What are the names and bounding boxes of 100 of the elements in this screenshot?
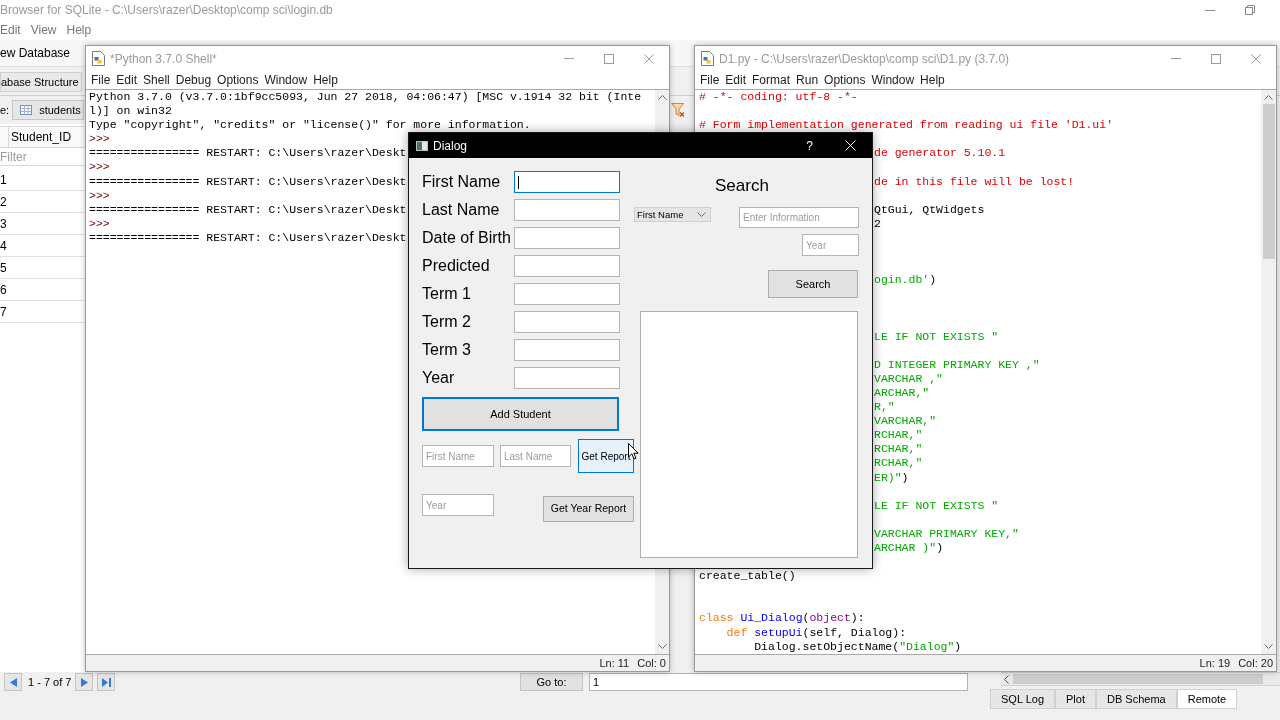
console-line: >>> — [89, 132, 110, 146]
text-field[interactable] — [514, 283, 620, 305]
code-line: ER)") — [874, 470, 909, 484]
text-field[interactable] — [514, 227, 620, 249]
text-field[interactable] — [514, 255, 620, 277]
chevron-down-icon[interactable] — [697, 212, 706, 217]
code-line: RCHAR," — [874, 428, 923, 442]
code-line: create_table() — [699, 569, 796, 583]
status-text: Ln: 11 — [599, 655, 630, 671]
text-field[interactable]: First Name — [422, 445, 494, 467]
window-title: Browser for SQLite - C:\Users\razer\Desktop\comp sci\login.db — [0, 2, 333, 19]
text-field[interactable] — [514, 171, 620, 193]
table-dropdown[interactable]: students — [12, 100, 85, 120]
tab[interactable]: DB Schema — [1096, 689, 1177, 709]
get-report-button[interactable]: Get Report — [578, 439, 634, 473]
status-text: Col: 20 — [1238, 655, 1273, 671]
chevron-down-icon[interactable] — [1264, 644, 1273, 649]
help-button[interactable]: ? — [806, 136, 813, 155]
menu-item[interactable]: File — [700, 71, 720, 89]
code-line: QtGui, QtWidgets — [874, 202, 985, 216]
menu-item[interactable]: Format — [752, 71, 791, 89]
chevron-left-icon[interactable] — [1004, 674, 1009, 684]
maximize-icon[interactable] — [1211, 53, 1221, 64]
window-title: *Python 3.7.0 Shell* — [110, 50, 217, 68]
tab[interactable]: Remote — [1176, 689, 1238, 709]
code-line: D INTEGER PRIMARY KEY ," — [874, 357, 1040, 371]
window-icon — [416, 140, 428, 151]
search-button[interactable]: Search — [768, 270, 858, 298]
chevron-up-icon[interactable] — [657, 95, 667, 100]
console-line: >>> — [89, 160, 110, 174]
menu-item[interactable]: Window — [871, 71, 915, 89]
text-field[interactable] — [514, 199, 620, 221]
table-cell-text: 2 — [0, 193, 7, 211]
menu-item[interactable]: Edit — [116, 71, 138, 89]
previous-page-button[interactable] — [4, 673, 22, 691]
add-student-button[interactable]: Add Student — [422, 397, 619, 431]
page-range-text: 1 - 7 of 7 — [28, 674, 72, 690]
text-field[interactable] — [514, 339, 620, 361]
window-title: Dialog — [433, 137, 468, 155]
maximize-icon[interactable] — [604, 53, 614, 64]
code-line: de generator 5.10.1 — [874, 146, 1006, 160]
menu-item[interactable]: Edit — [0, 21, 21, 39]
code-line: ARCHAR," — [874, 385, 930, 399]
text-field[interactable] — [514, 367, 620, 389]
vertical-scrollbar[interactable] — [1261, 90, 1276, 654]
toolbar-button[interactable]: ew Database — [0, 44, 71, 62]
next-page-button[interactable] — [75, 673, 94, 691]
console-line: >>> — [89, 188, 110, 202]
field-label: Date of Birth — [422, 228, 512, 248]
chevron-up-icon[interactable] — [1264, 95, 1273, 100]
script-file-icon — [92, 51, 105, 66]
field-dropdown[interactable]: First Name — [634, 207, 711, 222]
field-label: Year — [422, 368, 456, 388]
menu-item[interactable]: Window — [264, 71, 308, 89]
console-line: ================ RESTART: C:\Users\razer\Deskt — [89, 146, 407, 160]
scrollbar-thumb[interactable] — [1013, 674, 1263, 684]
menu-item[interactable]: Debug — [175, 71, 212, 89]
code-line: RCHAR," — [874, 456, 923, 470]
text-field[interactable]: Year — [802, 234, 859, 256]
menu-item[interactable]: Help — [313, 71, 338, 89]
tab[interactable]: SQL Log — [990, 689, 1055, 709]
text-field[interactable]: Enter Information — [739, 207, 859, 228]
horizontal-scrollbar[interactable] — [1001, 672, 1280, 686]
last-page-button[interactable] — [97, 673, 116, 691]
window-title: D1.py - C:\Users\razer\Desktop\comp sci\D1.py (3.7.0) — [719, 50, 1010, 68]
text-field[interactable]: Year — [422, 494, 494, 516]
right-triangle-icon — [80, 677, 88, 687]
text-field[interactable] — [514, 311, 620, 333]
menu-item[interactable]: Edit — [725, 71, 747, 89]
tab[interactable]: abase Structure — [0, 72, 82, 92]
restore-icon[interactable] — [1245, 5, 1255, 15]
code-line: ogin.db') — [874, 273, 937, 287]
menu-item[interactable]: Options — [824, 71, 866, 89]
menu-item[interactable]: Options — [217, 71, 259, 89]
scrollbar-thumb[interactable] — [1262, 104, 1275, 259]
menu-item[interactable]: Shell — [143, 71, 170, 89]
code-line: RCHAR," — [874, 442, 923, 456]
code-line: VARCHAR PRIMARY KEY," — [874, 526, 1019, 540]
minimize-icon[interactable] — [1205, 9, 1215, 11]
code-line: de in this file will be lost! — [874, 174, 1075, 188]
menu-item[interactable]: Help — [920, 71, 945, 89]
tab[interactable]: Plot — [1055, 689, 1096, 709]
code-line: # -*- coding: utf-8 -*- — [699, 90, 858, 103]
go-to-button[interactable]: Go to: — [520, 673, 583, 691]
menu-item[interactable]: Run — [796, 71, 819, 89]
menu-item[interactable]: Help — [66, 21, 92, 39]
filter-icon[interactable] — [671, 103, 686, 117]
code-line: class Ui_Dialog(object): — [699, 611, 865, 625]
section-heading: Search — [715, 175, 770, 197]
go-to-field[interactable]: 1 — [589, 673, 968, 691]
code-line: LE IF NOT EXISTS " — [874, 329, 999, 343]
console-line: l)] on win32 — [89, 104, 172, 118]
field-label: Predicted — [422, 256, 491, 276]
get-year-report-button[interactable]: Get Year Report — [543, 496, 634, 522]
text-field[interactable]: Last Name — [500, 445, 571, 467]
table-icon — [20, 105, 33, 115]
field-label: e: — [0, 102, 10, 118]
menu-item[interactable]: View — [30, 21, 57, 39]
chevron-down-icon[interactable] — [657, 644, 667, 649]
menu-item[interactable]: File — [91, 71, 111, 89]
